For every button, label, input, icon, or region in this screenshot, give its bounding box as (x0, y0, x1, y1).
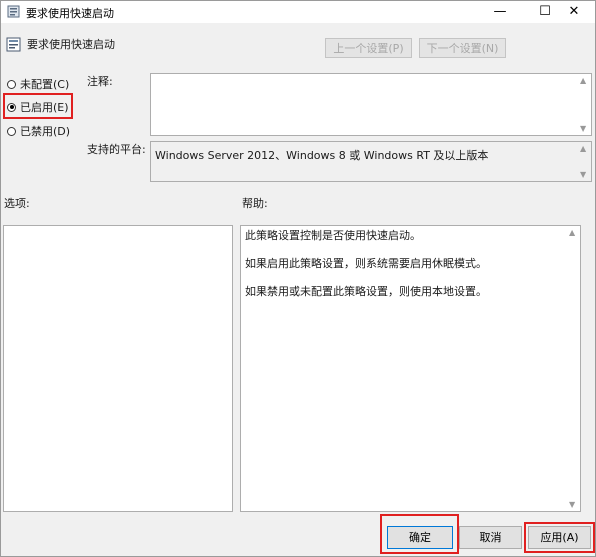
previous-setting-button[interactable]: 上一个设置(P) (325, 38, 412, 58)
scroll-up-icon: ▲ (580, 76, 587, 85)
policy-dialog: 要求使用快速启动 — ☐ ✕ 要求使用快速启动 上一个设置(P) 下一个设置(N… (0, 0, 596, 557)
help-paragraph: 如果启用此策略设置，则系统需要启用休眠模式。 (245, 257, 487, 270)
options-panel (3, 225, 233, 512)
platform-field: Windows Server 2012、Windows 8 或 Windows … (150, 141, 592, 182)
radio-not-configured[interactable]: 未配置(C) (7, 76, 69, 92)
radio-label: 未配置(C) (20, 78, 70, 91)
platform-value: Windows Server 2012、Windows 8 或 Windows … (155, 149, 489, 162)
highlight-box-apply (524, 522, 595, 553)
minimize-button[interactable]: — (477, 1, 523, 23)
highlight-box-enabled (3, 93, 73, 119)
scroll-up-icon: ▲ (569, 228, 576, 237)
platform-label: 支持的平台: (87, 143, 146, 156)
policy-setting-icon (6, 37, 21, 52)
title-bar: 要求使用快速启动 — ☐ ✕ (1, 1, 595, 23)
radio-label: 已禁用(D) (20, 125, 71, 138)
comment-textarea[interactable]: ▲ ▼ (150, 73, 592, 136)
comment-scrollbar[interactable]: ▲ ▼ (577, 74, 591, 135)
help-paragraph: 如果禁用或未配置此策略设置，则使用本地设置。 (245, 285, 487, 298)
highlight-box-ok (380, 514, 459, 554)
options-label: 选项: (4, 197, 30, 210)
close-button[interactable]: ✕ (551, 1, 596, 23)
radio-indicator (7, 79, 16, 89)
cancel-button[interactable]: 取消 (459, 526, 522, 549)
window-title: 要求使用快速启动 (26, 7, 114, 20)
help-panel: 此策略设置控制是否使用快速启动。 如果启用此策略设置，则系统需要启用休眠模式。 … (240, 225, 581, 512)
platform-scrollbar[interactable]: ▲ ▼ (577, 142, 591, 181)
setting-title: 要求使用快速启动 (27, 38, 115, 51)
scroll-up-icon: ▲ (580, 144, 587, 153)
help-scrollbar[interactable]: ▲ ▼ (566, 226, 580, 511)
scroll-down-icon: ▼ (580, 170, 587, 179)
next-setting-button[interactable]: 下一个设置(N) (419, 38, 506, 58)
help-paragraph: 此策略设置控制是否使用快速启动。 (245, 229, 421, 242)
help-label: 帮助: (242, 197, 268, 210)
comment-label: 注释: (87, 75, 113, 88)
radio-disabled[interactable]: 已禁用(D) (7, 123, 70, 139)
scroll-down-icon: ▼ (580, 124, 587, 133)
radio-indicator (7, 126, 16, 136)
policy-icon (7, 5, 20, 18)
scroll-down-icon: ▼ (569, 500, 576, 509)
